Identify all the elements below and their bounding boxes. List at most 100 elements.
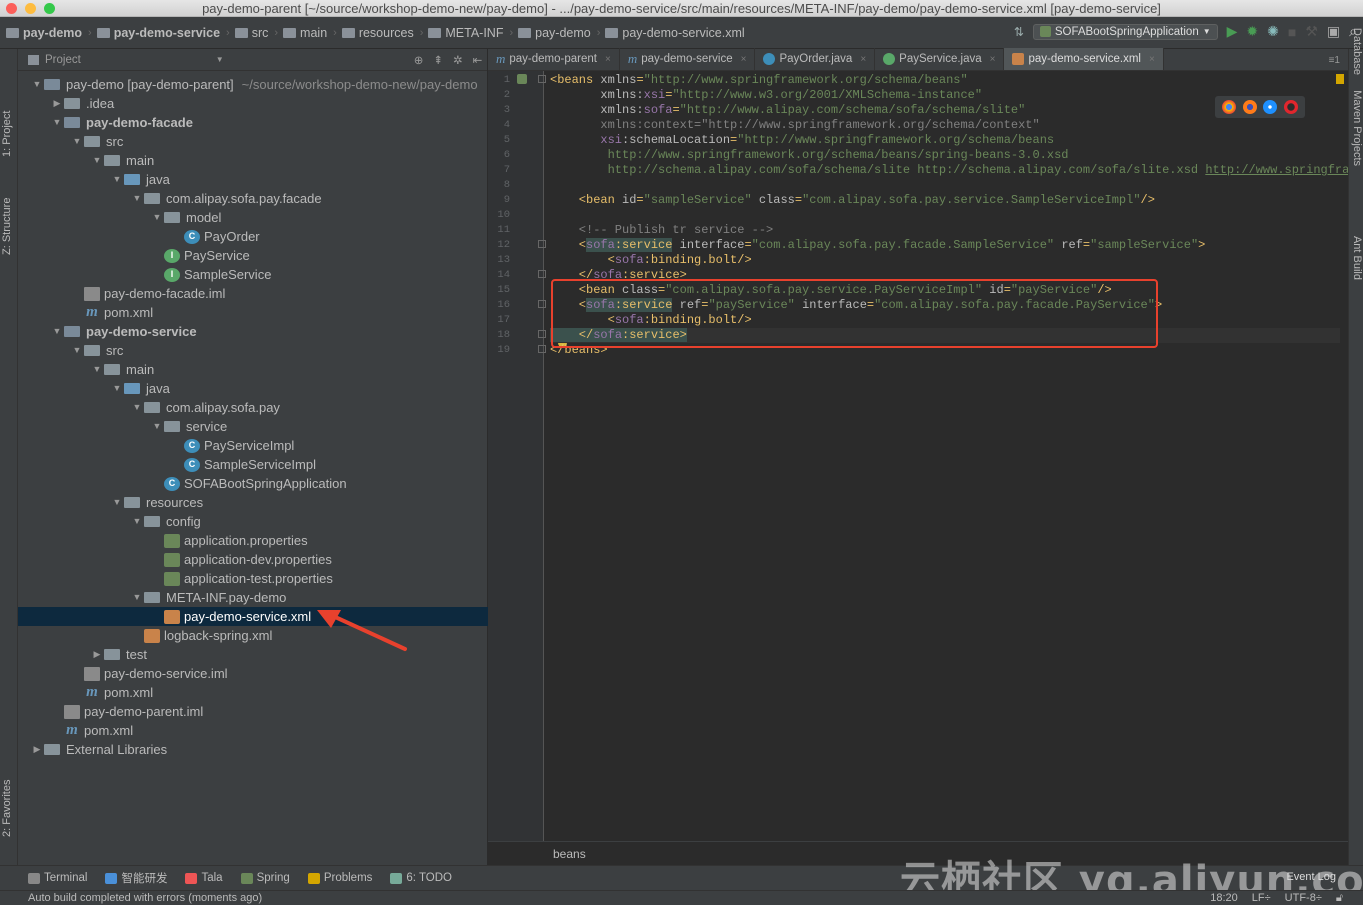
tree-node[interactable]: ▼ service — [18, 417, 488, 436]
tree-node[interactable]: C SampleServiceImpl — [18, 455, 488, 474]
run-configuration-select[interactable]: SOFABootSpringApplication ▼ — [1032, 23, 1218, 40]
breadcrumb-item[interactable]: main — [283, 26, 327, 40]
editor-tab[interactable]: m pay-demo-service × — [620, 48, 756, 70]
close-tab-icon[interactable]: × — [990, 54, 996, 65]
tree-node[interactable]: ▼ java — [18, 379, 488, 398]
tree-node[interactable]: m pom.xml — [18, 683, 488, 702]
tool-window-button[interactable]: Tala — [185, 872, 223, 884]
tool-window-button[interactable]: Spring — [240, 872, 290, 884]
code-line[interactable]: <sofa:binding.bolt/> — [550, 253, 1340, 268]
tree-node[interactable]: C SOFABootSpringApplication — [18, 474, 488, 493]
close-tab-icon[interactable]: × — [605, 54, 611, 65]
code-line[interactable]: http://www.springframework.org/schema/be… — [550, 148, 1340, 163]
tree-node[interactable]: m pom.xml — [18, 721, 488, 740]
tree-node[interactable]: pay-demo-parent.iml — [18, 702, 488, 721]
editor-tab[interactable]: PayService.java × — [875, 48, 1005, 70]
breadcrumb-item[interactable]: src — [234, 26, 268, 40]
code-line[interactable]: xmlns:context="http://www.springframewor… — [550, 118, 1340, 133]
breadcrumb-item[interactable]: pay-demo — [518, 26, 591, 40]
tree-node[interactable]: m pom.xml — [18, 303, 488, 322]
zoom-window-button[interactable] — [44, 3, 55, 14]
tree-node[interactable]: ▼ model — [18, 208, 488, 227]
expand-arrow-icon[interactable]: ▼ — [90, 151, 104, 170]
tree-node[interactable]: ▼ resources — [18, 493, 488, 512]
hide-panel-icon[interactable]: ⇤ — [473, 53, 483, 67]
warning-marker-icon[interactable] — [1336, 74, 1344, 84]
code-line[interactable]: <bean id="sampleService" class="com.alip… — [550, 193, 1340, 208]
tree-node[interactable]: pay-demo-service.xml — [18, 607, 488, 626]
tree-node[interactable]: logback-spring.xml — [18, 626, 488, 645]
file-encoding[interactable]: UTF-8÷ — [1285, 891, 1322, 905]
tree-node[interactable]: ▼ pay-demo-facade — [18, 113, 488, 132]
expand-arrow-icon[interactable]: ▼ — [130, 512, 144, 531]
event-log-button[interactable]: Event Log — [1286, 871, 1336, 883]
structure-tool-tab[interactable]: Z: Structure — [1, 198, 13, 255]
tree-node[interactable]: ▼ com.alipay.sofa.pay — [18, 398, 488, 417]
lock-icon[interactable]: 🔓︎ — [1336, 891, 1343, 905]
code-line[interactable]: <sofa:service interface="com.alipay.sofa… — [550, 238, 1340, 253]
maven-tool-tab[interactable]: Maven Projects — [1351, 90, 1363, 166]
database-tool-tab[interactable]: Database — [1351, 28, 1363, 75]
project-view-selector[interactable]: Project — [45, 54, 81, 66]
line-separator[interactable]: LF÷ — [1252, 891, 1271, 905]
code-line[interactable]: <!-- Publish tr service --> — [550, 223, 1340, 238]
opera-icon[interactable] — [1283, 100, 1298, 114]
tree-node[interactable]: application-test.properties — [18, 569, 488, 588]
collapse-arrow-icon[interactable]: ▶ — [90, 645, 104, 664]
expand-arrow-icon[interactable]: ▼ — [50, 113, 64, 132]
debug-icon[interactable]: ✹ — [1246, 23, 1258, 40]
tree-node[interactable]: C PayServiceImpl — [18, 436, 488, 455]
editor-tab[interactable]: PayOrder.java × — [755, 48, 876, 70]
firefox-icon[interactable] — [1242, 100, 1257, 114]
tree-node[interactable]: ▼ com.alipay.sofa.pay.facade — [18, 189, 488, 208]
tool-window-button[interactable]: 智能研发 — [105, 870, 167, 886]
settings-gear-icon[interactable]: ✲ — [453, 53, 463, 67]
code-line[interactable] — [550, 208, 1340, 223]
tool-window-button[interactable]: Problems — [307, 872, 372, 884]
tree-node[interactable]: ▼ main — [18, 151, 488, 170]
expand-arrow-icon[interactable]: ▼ — [110, 379, 124, 398]
chrome-icon[interactable] — [1222, 100, 1237, 114]
expand-arrow-icon[interactable]: ▼ — [130, 398, 144, 417]
tool-window-button[interactable]: 6: TODO — [390, 872, 452, 884]
tree-node[interactable]: pay-demo-facade.iml — [18, 284, 488, 303]
breadcrumb-item[interactable]: pay-demo-service.xml — [605, 26, 745, 40]
build-icon[interactable]: ⇅ — [1014, 25, 1024, 39]
tree-node[interactable]: I PayService — [18, 246, 488, 265]
tree-node[interactable]: ▼ src — [18, 341, 488, 360]
code-line[interactable]: <beans xmlns="http://www.springframework… — [550, 73, 1340, 88]
expand-arrow-icon[interactable]: ▼ — [130, 189, 144, 208]
code-line[interactable] — [550, 178, 1340, 193]
ant-build-tool-tab[interactable]: Ant Build — [1351, 236, 1363, 280]
breadcrumb-item[interactable]: META-INF — [428, 26, 503, 40]
tree-node[interactable]: application.properties — [18, 531, 488, 550]
code-line[interactable]: xsi:schemaLocation="http://www.springfra… — [550, 133, 1340, 148]
collapse-arrow-icon[interactable]: ▶ — [50, 94, 64, 113]
tree-node[interactable]: ▼ main — [18, 360, 488, 379]
editor-tab[interactable]: m pay-demo-parent × — [488, 48, 620, 70]
expand-arrow-icon[interactable]: ▼ — [150, 208, 164, 227]
tree-node[interactable]: ▶ test — [18, 645, 488, 664]
tree-node[interactable]: ▶ External Libraries — [18, 740, 488, 759]
collapse-arrow-icon[interactable]: ▶ — [30, 740, 44, 759]
close-tab-icon[interactable]: × — [741, 54, 747, 65]
breadcrumb-item[interactable]: resources — [341, 26, 414, 40]
tree-node[interactable]: ▼ META-INF.pay-demo — [18, 588, 488, 607]
expand-arrow-icon[interactable]: ▼ — [110, 170, 124, 189]
breadcrumb-item[interactable]: pay-demo-service — [96, 26, 220, 40]
breadcrumb-item[interactable]: pay-demo — [6, 26, 82, 40]
tree-node[interactable]: ▼ java — [18, 170, 488, 189]
expand-arrow-icon[interactable]: ▼ — [130, 588, 144, 607]
tab-list-icon[interactable]: ≡1 — [1329, 55, 1340, 66]
tree-node[interactable]: pay-demo-service.iml — [18, 664, 488, 683]
expand-arrow-icon[interactable]: ▼ — [70, 132, 84, 151]
status-message[interactable]: Auto build completed with errors (moment… — [28, 892, 262, 904]
structure-icon[interactable]: ▣ — [1327, 23, 1340, 40]
spring-bean-gutter-icon[interactable] — [517, 74, 527, 84]
expand-arrow-icon[interactable]: ▼ — [110, 493, 124, 512]
code-view[interactable]: <beans xmlns="http://www.springframework… — [544, 71, 1363, 841]
expand-arrow-icon[interactable]: ▼ — [150, 417, 164, 436]
favorites-tool-tab[interactable]: 2: Favorites — [1, 780, 13, 837]
expand-arrow-icon[interactable]: ▼ — [70, 341, 84, 360]
dropdown-icon[interactable]: ▼ — [216, 55, 224, 64]
